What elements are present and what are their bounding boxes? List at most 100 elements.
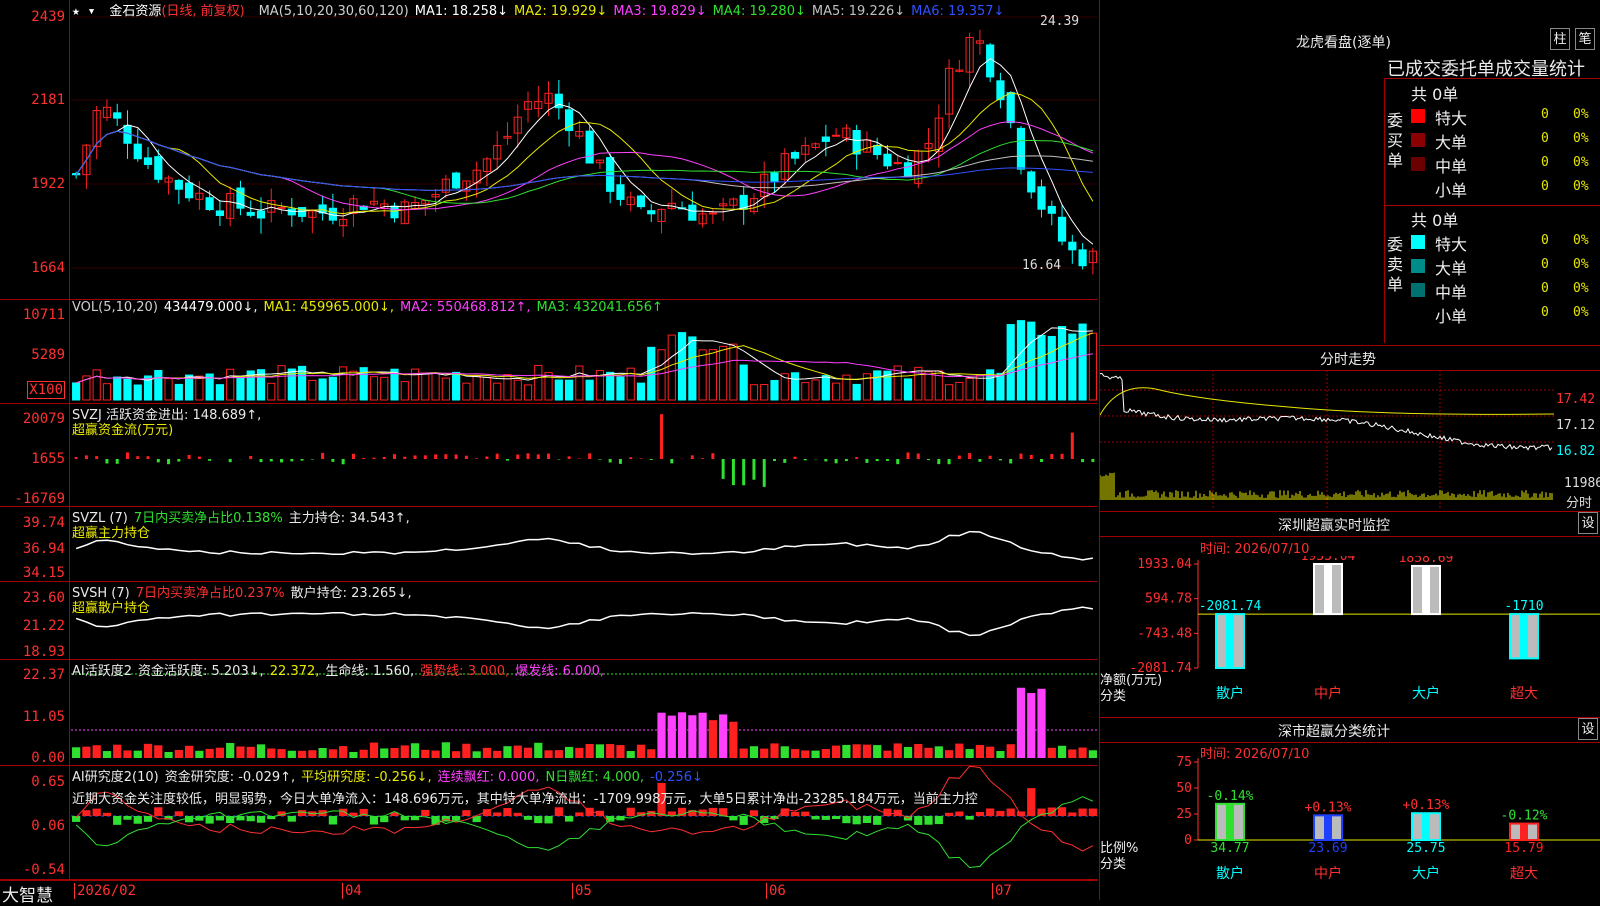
svzj-y-label: 20079 xyxy=(23,411,65,427)
ai-active-y-label: 22.37 xyxy=(23,667,65,683)
monitor-settings-button[interactable]: 设 xyxy=(1578,512,1598,534)
svzj-pane[interactable]: 20079 1655 -16769 SVZJ 活跃资金进出: 148.689↑,… xyxy=(0,404,1098,507)
activity-bar xyxy=(760,749,768,758)
date-label: 07 xyxy=(992,883,1012,899)
flow-bar xyxy=(105,459,108,463)
flow-bar xyxy=(732,459,735,485)
legend-item: SVSH (7) xyxy=(72,586,130,601)
research-bar xyxy=(185,816,193,822)
swatch xyxy=(1411,235,1425,249)
price-y-label: 2181 xyxy=(31,92,65,108)
order-type: 大单 xyxy=(1435,129,1467,153)
volume-pane[interactable]: 10711 5289 X100 VOL(5,10,20)434479.000↓,… xyxy=(0,300,1098,404)
candle-body xyxy=(247,212,254,215)
legend-item: VOL(5,10,20) xyxy=(72,300,158,315)
bar-value-label: 1858.69 xyxy=(1399,556,1454,566)
intraday-y-label: 17.12 xyxy=(1556,418,1595,433)
column-view-button[interactable]: 柱 xyxy=(1550,28,1570,50)
flow-bar xyxy=(126,452,129,459)
ai-active-legend: AI活跃度2资金活跃度: 5.203↓,22.372,生命线: 1.560,强势… xyxy=(72,660,610,679)
svzl-pane[interactable]: 39.74 36.94 34.15 SVZL (7)7日内买卖净占比0.138%… xyxy=(0,507,1098,582)
legend-item: MA4: 19.280↓ xyxy=(713,4,806,19)
research-bar xyxy=(822,816,830,820)
ai-research-pane[interactable]: 0.65 0.06 -0.54 AI研究度2(10)资金研究度: -0.029↑… xyxy=(0,766,1098,880)
activity-bar xyxy=(380,748,388,758)
research-bar xyxy=(1037,809,1045,816)
tick-view-button[interactable]: 笔 xyxy=(1575,28,1595,50)
legend-item: MA(5,10,20,30,60,120) xyxy=(259,4,409,19)
order-percent: 0% xyxy=(1573,281,1589,296)
svzl-y-label: 39.74 xyxy=(23,515,65,531)
price-pane[interactable]: 2439 2181 1922 1664 ★ ▾ 金石资源(日线, 前复权) MA… xyxy=(0,0,1098,300)
brand-logo: 大智慧 xyxy=(2,881,53,906)
volume-y-label: 5289 xyxy=(31,347,65,363)
category-label: 中户 xyxy=(1314,685,1342,702)
candle-body xyxy=(391,206,398,218)
research-bar xyxy=(801,812,809,816)
activity-bar xyxy=(801,750,809,758)
volume-bar xyxy=(134,385,141,400)
research-bar xyxy=(955,812,963,816)
date-label: 2026/02 xyxy=(74,883,136,899)
order-row: 特大00% xyxy=(1409,105,1600,127)
research-bar xyxy=(493,812,501,816)
y-tick-label: 50 xyxy=(1176,781,1192,796)
low-price-marker: 16.64 xyxy=(1022,258,1061,273)
research-bar xyxy=(421,810,429,816)
flow-bar xyxy=(147,456,150,459)
ai-research-y-label: 0.06 xyxy=(31,818,65,834)
flow-bar xyxy=(804,459,807,460)
activity-bar xyxy=(1027,693,1035,758)
research-bar xyxy=(966,816,974,820)
ai-active-pane[interactable]: 22.37 11.05 0.00 AI活跃度2资金活跃度: 5.203↓,22.… xyxy=(0,660,1098,766)
flow-bar xyxy=(157,459,160,462)
research-bar xyxy=(996,811,1004,816)
research-bar xyxy=(257,816,265,823)
stats-title: 深市超赢分类统计 xyxy=(1278,721,1390,741)
candle-body xyxy=(833,135,840,136)
sell-total: 共 0单 xyxy=(1411,207,1458,231)
volume-bar xyxy=(709,350,716,400)
candle-body xyxy=(904,163,911,177)
ma-line xyxy=(76,131,1093,190)
activity-bar xyxy=(637,745,645,758)
activity-bar xyxy=(657,713,665,758)
volume-bar xyxy=(617,377,624,400)
research-bar xyxy=(503,808,511,816)
flow-bar xyxy=(1050,454,1053,459)
category-bar-accent xyxy=(1422,813,1430,840)
category-label: 大户 xyxy=(1412,865,1440,882)
volume-bar xyxy=(812,380,819,400)
intraday-chart[interactable]: 17.42 17.12 16.82 11986 分时 xyxy=(1100,370,1600,510)
activity-bar xyxy=(719,714,727,758)
volume-bar xyxy=(432,373,439,400)
order-count: 0 xyxy=(1541,257,1549,272)
candlestick-plot[interactable] xyxy=(71,0,1098,299)
research-bar xyxy=(1048,807,1056,816)
star-icon[interactable]: ★ ▾ xyxy=(72,4,95,19)
flow-bar xyxy=(1061,454,1064,459)
activity-bar xyxy=(935,746,943,758)
flow-bar xyxy=(660,414,663,459)
activity-bar xyxy=(791,749,799,758)
legend-item: -0.256↓ xyxy=(650,770,703,785)
volume-plot[interactable] xyxy=(71,300,1098,403)
volume-bar xyxy=(473,376,480,400)
volume-bar xyxy=(648,347,655,400)
activity-bar xyxy=(185,746,193,758)
activity-bar xyxy=(544,750,552,758)
flow-bar xyxy=(331,459,334,462)
y-axis-title: 比例% xyxy=(1100,841,1138,856)
volume-bar xyxy=(463,383,470,400)
svsh-y-axis: 23.60 21.22 18.93 xyxy=(0,582,70,659)
activity-bar xyxy=(1068,749,1076,758)
stats-settings-button[interactable]: 设 xyxy=(1578,718,1598,740)
research-bar xyxy=(93,809,101,816)
volume-bar xyxy=(319,379,326,400)
svsh-pane[interactable]: 23.60 21.22 18.93 SVSH (7)7日内买卖净占比0.237%… xyxy=(0,582,1098,660)
research-bar xyxy=(555,807,563,816)
candle-body xyxy=(134,144,141,159)
y-tick-label: 75 xyxy=(1176,756,1192,770)
volume-bar xyxy=(381,377,388,400)
volume-bar xyxy=(853,384,860,400)
